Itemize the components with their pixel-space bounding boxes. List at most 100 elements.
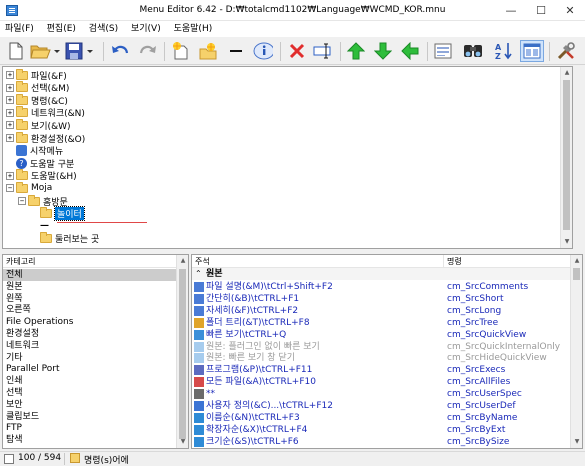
category-item[interactable]: 기타	[3, 352, 178, 364]
close-button[interactable]: ✕	[555, 0, 585, 21]
maximize-button[interactable]: ☐	[526, 0, 556, 21]
prog-command-icon	[194, 365, 204, 376]
tree-item[interactable]: 놀이터	[30, 206, 85, 222]
command-row[interactable]: 파일 설명(&M)\tCtrl+Shift+F2 cm_SrcComments	[192, 281, 572, 293]
category-item[interactable]: 원본	[3, 281, 178, 293]
tree-item[interactable]: − Moja	[6, 181, 52, 194]
menu-tree-view[interactable]: ▲ ▼ + 파일(&F) + 선택(&M) + 명령(&C) + 네트워크(&N) + 보기(&W…	[2, 66, 573, 249]
category-item[interactable]: Parallel Port	[3, 363, 178, 375]
category-item[interactable]: FTP	[3, 422, 178, 434]
command-column-header[interactable]: 명령	[444, 255, 572, 268]
scroll-down-arrow-icon[interactable]: ▼	[571, 436, 582, 448]
rename-icon[interactable]	[313, 41, 333, 61]
panel-view-icon[interactable]	[520, 40, 544, 62]
tree-item[interactable]: 시작메뉴	[6, 145, 63, 157]
separator-icon[interactable]	[226, 41, 246, 61]
collapse-icon[interactable]: ⌃	[195, 268, 202, 280]
scroll-up-arrow-icon[interactable]: ▲	[177, 255, 188, 267]
category-item[interactable]: 네트워크	[3, 340, 178, 352]
tree-item[interactable]: 둘러보는 곳	[30, 232, 99, 245]
command-row[interactable]: ** cm_SrcUserSpec	[192, 388, 572, 400]
category-item[interactable]: 클립보드	[3, 411, 178, 423]
command-row[interactable]: 간단히(&B)\tCTRL+F1 cm_SrcShort	[192, 293, 572, 305]
scroll-up-arrow-icon[interactable]: ▲	[561, 67, 573, 79]
command-row[interactable]: 빠른 보기\tCTRL+Q cm_SrcQuickView	[192, 329, 572, 341]
menu-view[interactable]: 보기(V)	[126, 21, 166, 37]
tree-expander-icon[interactable]: +	[6, 83, 14, 92]
command-row[interactable]: 원본: 플러그인 없이 빠른 보기 cm_SrcQuickInternalOnly	[192, 341, 572, 353]
tree-expander-icon[interactable]: −	[6, 184, 14, 193]
category-item[interactable]: 탐색	[3, 434, 178, 446]
command-row[interactable]: 모든 파일(&A)\tCTRL+F10 cm_SrcAllFiles	[192, 376, 572, 388]
save-icon[interactable]	[65, 41, 95, 61]
move-left-icon[interactable]	[400, 41, 420, 61]
tree-expander-icon[interactable]: +	[6, 108, 14, 117]
category-item[interactable]: 환경설정	[3, 328, 178, 340]
svg-text:Z: Z	[495, 52, 501, 61]
tree-expander-icon[interactable]: +	[6, 71, 14, 79]
move-down-icon[interactable]	[373, 41, 393, 61]
move-up-icon[interactable]	[346, 41, 366, 61]
info-icon[interactable]	[253, 41, 273, 61]
command-row[interactable]: 자세히(&F)\tCTRL+F2 cm_SrcLong	[192, 305, 572, 317]
menu-file[interactable]: 파일(F)	[0, 21, 39, 37]
tree-item[interactable]: + 환경설정(&O)	[6, 131, 85, 145]
tree-item[interactable]: + 보기(&W)	[6, 118, 71, 132]
tree-expander-icon[interactable]: +	[6, 171, 14, 180]
command-row[interactable]: 프로그램(&P)\tCTRL+F11 cm_SrcExecs	[192, 364, 572, 376]
delete-icon[interactable]	[287, 41, 307, 61]
category-item[interactable]: 보안	[3, 399, 178, 411]
redo-icon[interactable]	[138, 41, 158, 61]
tree-expander-icon[interactable]: −	[18, 197, 26, 205]
new-item-icon[interactable]	[171, 41, 191, 61]
tree-item[interactable]: ? 도움말 구분	[6, 157, 74, 170]
category-item[interactable]: 전체	[3, 269, 178, 281]
category-item[interactable]: 인쇄	[3, 375, 178, 387]
tree-item[interactable]: − 홈방문	[18, 194, 68, 208]
new-file-icon[interactable]	[6, 41, 26, 61]
tree-item[interactable]: —	[30, 220, 49, 232]
scroll-down-arrow-icon[interactable]: ▼	[177, 436, 188, 448]
menu-search[interactable]: 검색(S)	[84, 21, 123, 37]
tree-item[interactable]: + 네트워크(&N)	[6, 106, 85, 119]
tree-item[interactable]: + 선택(&M)	[6, 81, 69, 94]
scroll-thumb[interactable]	[563, 80, 570, 230]
settings-tools-icon[interactable]	[556, 41, 576, 61]
command-row[interactable]: 확장자순(&X)\tCTRL+F4 cm_SrcByExt	[192, 424, 572, 436]
tree-scrollbar[interactable]: ▲ ▼	[560, 67, 572, 248]
undo-icon[interactable]	[110, 41, 130, 61]
tree-item[interactable]: + 명령(&C)	[6, 93, 68, 107]
open-folder-icon[interactable]	[30, 41, 60, 61]
category-header[interactable]: 카테고리	[3, 255, 178, 268]
tree-expander-icon[interactable]: +	[6, 96, 14, 105]
scroll-down-arrow-icon[interactable]: ▼	[561, 236, 573, 248]
tree-item[interactable]: + 파일(&F)	[6, 68, 67, 82]
comment-column-header[interactable]: 주석	[192, 255, 444, 268]
command-name: cm_SrcShort	[447, 293, 504, 304]
command-comment: 빠른 보기\tCTRL+Q	[206, 329, 287, 340]
menu-help[interactable]: 도움말(H)	[169, 21, 218, 37]
category-item[interactable]: 선택	[3, 387, 178, 399]
scroll-thumb[interactable]	[573, 268, 580, 280]
scroll-up-arrow-icon[interactable]: ▲	[571, 255, 582, 267]
minimize-button[interactable]: —	[496, 0, 526, 21]
command-scrollbar[interactable]: ▲ ▼	[570, 255, 582, 448]
sort-az-icon[interactable]: AZ	[494, 41, 514, 61]
scroll-thumb[interactable]	[179, 269, 186, 439]
menu-edit[interactable]: 편집(E)	[42, 21, 81, 37]
command-row[interactable]: 원본: 빠른 보기 창 닫기 cm_SrcHideQuickView	[192, 352, 572, 364]
command-row[interactable]: 이름순(&N)\tCTRL+F3 cm_SrcByName	[192, 412, 572, 424]
command-row[interactable]: 폴더 트리(&T)\tCTRL+F8 cm_SrcTree	[192, 317, 572, 329]
category-scrollbar[interactable]: ▲ ▼	[176, 255, 188, 448]
new-submenu-icon[interactable]	[198, 41, 218, 61]
properties-icon[interactable]	[433, 41, 453, 61]
tree-expander-icon[interactable]: +	[6, 134, 14, 142]
category-item[interactable]: 왼쪽	[3, 293, 178, 305]
command-row[interactable]: 사용자 정의(&C)...\tCTRL+F12 cm_SrcUserDef	[192, 400, 572, 412]
tree-item[interactable]: + 도움말(&H)	[6, 169, 77, 182]
category-item[interactable]: 오른쪽	[3, 304, 178, 316]
tree-expander-icon[interactable]: +	[6, 121, 14, 130]
find-icon[interactable]	[462, 41, 482, 61]
command-row[interactable]: 크기순(&S)\tCTRL+F6 cm_SrcBySize	[192, 436, 572, 448]
category-item[interactable]: File Operations	[3, 316, 178, 328]
